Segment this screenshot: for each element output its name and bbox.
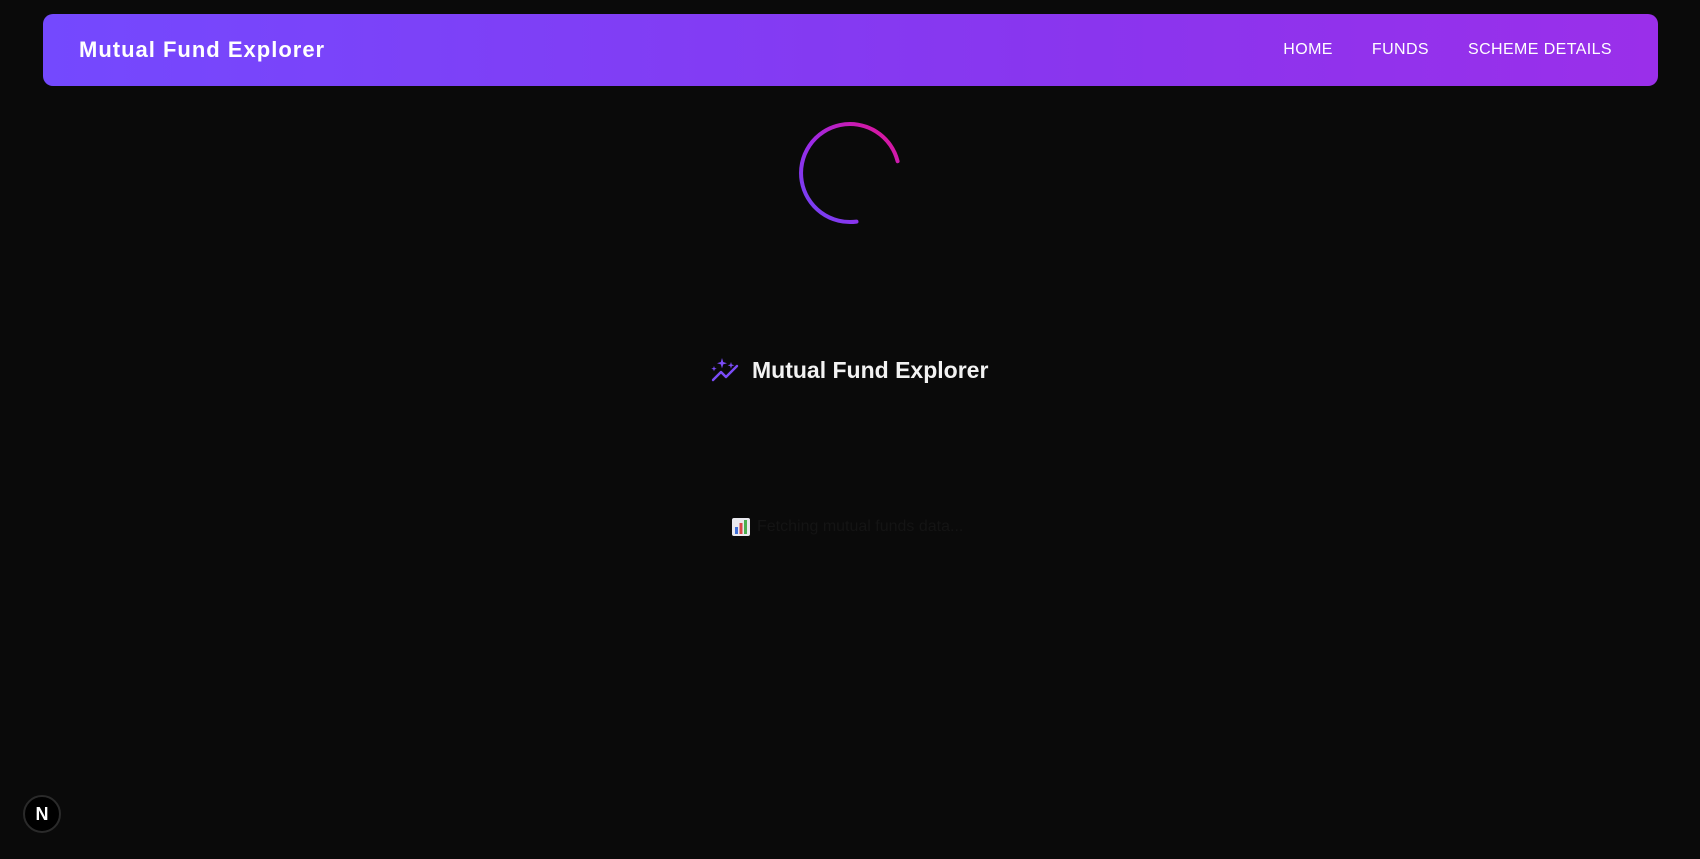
nextjs-logo-icon[interactable]: N (23, 795, 61, 833)
nav-link-home[interactable]: HOME (1283, 41, 1333, 59)
loading-spinner-icon (799, 122, 900, 225)
nav-link-scheme-details[interactable]: SCHEME DETAILS (1468, 41, 1612, 59)
nav-links: HOME FUNDS SCHEME DETAILS (1283, 41, 1612, 59)
sparkle-chart-icon (711, 358, 739, 382)
loading-title: Mutual Fund Explorer (752, 356, 989, 383)
brand-title[interactable]: Mutual Fund Explorer (79, 37, 325, 63)
loading-status-text: Fetching mutual funds data... (757, 518, 964, 535)
bar-chart-emoji-icon (732, 518, 750, 536)
loading-status-row: Fetching mutual funds data... (731, 516, 963, 538)
loading-title-row: Mutual Fund Explorer (710, 354, 988, 386)
top-navbar: Mutual Fund Explorer HOME FUNDS SCHEME D… (43, 14, 1658, 86)
badge-letter: N (35, 803, 49, 824)
nav-link-funds[interactable]: FUNDS (1372, 41, 1429, 59)
